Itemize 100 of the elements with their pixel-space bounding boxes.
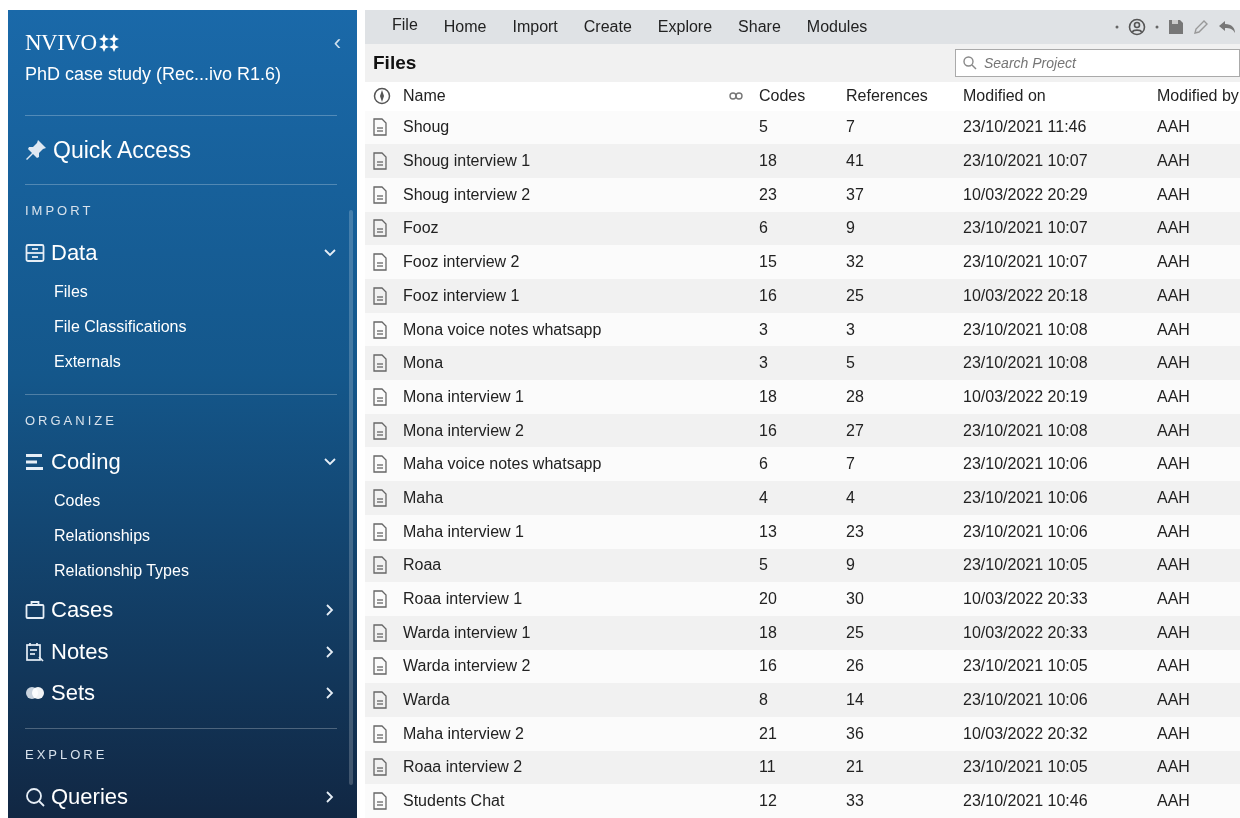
nav-item[interactable]: Coding <box>25 441 341 484</box>
table-cell-text: AAH <box>1157 724 1191 743</box>
nav-subitem[interactable]: Codes <box>25 483 341 519</box>
logo-sparkle-icon <box>98 34 119 52</box>
menu-item[interactable]: Explore <box>644 10 726 44</box>
dot-icon <box>1115 25 1119 29</box>
table-cell-text: Warda <box>403 691 451 710</box>
nav-subitem[interactable]: Files <box>25 274 341 310</box>
table-cell-text: 27 <box>846 421 865 440</box>
table-cell-text: AAH <box>1157 758 1191 777</box>
table-cell-text: 4 <box>759 488 769 507</box>
nav-item[interactable]: Queries <box>25 776 341 818</box>
nav-subitem[interactable]: File Classifications <box>25 309 341 345</box>
nav-item[interactable]: Notes <box>25 630 341 673</box>
table-cell-text: 4 <box>846 488 856 507</box>
briefcase-icon <box>25 599 45 620</box>
menu-item[interactable]: Import <box>499 10 571 44</box>
menu-item[interactable]: Share <box>725 10 794 44</box>
table-cell-text: 18 <box>759 387 778 406</box>
document-icon <box>373 724 387 743</box>
document-icon <box>373 792 387 811</box>
table-cell-text: 23/10/2021 10:06 <box>963 455 1089 474</box>
table-cell-text: Students Chat <box>403 792 506 811</box>
collapse-button[interactable]: ‹ <box>333 30 341 56</box>
table-cell-text: 21 <box>759 724 778 743</box>
lines-icon <box>25 452 45 473</box>
table-cell-text: AAH <box>1157 253 1191 272</box>
table-cell-text: 37 <box>846 185 865 204</box>
table-cell-text: 26 <box>846 657 865 676</box>
document-icon <box>373 455 387 474</box>
menu-item[interactable]: Home <box>430 10 500 44</box>
table-cell-text: 16 <box>759 286 778 305</box>
search-field[interactable]: Search Project <box>955 48 1240 77</box>
column-header[interactable]: Modified on <box>963 87 1157 106</box>
table-cell-text: Maha interview 1 <box>403 522 525 541</box>
quick-access-item[interactable]: Quick Access <box>25 115 341 185</box>
table-cell-text: 16 <box>759 657 778 676</box>
table-cell-text: 18 <box>759 152 778 171</box>
column-header[interactable]: References <box>846 87 963 106</box>
note-icon <box>25 641 45 662</box>
table-cell-text: Fooz interview 2 <box>403 253 521 272</box>
document-icon <box>373 657 387 676</box>
document-icon <box>373 421 387 440</box>
project-name: PhD case study (Rec...ivo R1.6) <box>25 64 283 85</box>
user-icon[interactable] <box>1128 18 1146 36</box>
search-icon <box>963 55 977 70</box>
table-cell-text: 3 <box>759 354 769 373</box>
nav-subitem[interactable]: Relationships <box>25 518 341 554</box>
menu-item[interactable]: Modules <box>793 10 881 44</box>
nav-item[interactable]: Sets <box>25 672 341 715</box>
menu-item[interactable]: File <box>379 8 431 42</box>
menu-item[interactable]: Create <box>570 10 645 44</box>
column-header[interactable]: Name <box>403 87 729 106</box>
document-icon <box>373 354 387 373</box>
table-cell-text: AAH <box>1157 320 1191 339</box>
table-cell-text: 28 <box>846 387 865 406</box>
table-cell-text: 36 <box>846 724 865 743</box>
table-cell-text: 10/03/2022 20:19 <box>963 387 1089 406</box>
table-cell-text: AAH <box>1157 421 1191 440</box>
table-cell-text: 23/10/2021 10:05 <box>963 657 1089 676</box>
table-cell-text: 23/10/2021 10:46 <box>963 792 1089 811</box>
nav-subitem[interactable]: Relationship Types <box>25 553 341 589</box>
nav-item[interactable]: Data <box>25 232 341 275</box>
table-cell-text: AAH <box>1157 185 1191 204</box>
nav-item[interactable]: Cases <box>25 588 341 631</box>
table-cell-text: Mona voice notes whatsapp <box>403 320 603 339</box>
table-cell-text: Roaa interview 2 <box>403 758 524 777</box>
pencil-icon[interactable] <box>1193 19 1209 35</box>
table-cell-text: 15 <box>759 253 778 272</box>
link-icon <box>729 91 743 102</box>
document-icon <box>373 488 387 507</box>
column-header[interactable]: Modified by <box>1157 87 1240 106</box>
document-icon <box>373 590 387 609</box>
table-cell-text: 6 <box>759 455 769 474</box>
column-header[interactable]: Codes <box>759 87 846 106</box>
document-icon <box>373 758 387 777</box>
table-cell-text: AAH <box>1157 152 1191 171</box>
save-icon[interactable] <box>1168 19 1184 35</box>
section-heading: ORGANIZE <box>25 412 118 428</box>
undo-icon[interactable] <box>1218 19 1236 35</box>
document-icon <box>373 522 387 541</box>
table-cell-text: 23/10/2021 10:06 <box>963 522 1089 541</box>
table-cell-text: 25 <box>846 623 865 642</box>
table-cell-text: Maha voice notes whatsapp <box>403 455 603 474</box>
table-cell-text: 23/10/2021 10:05 <box>963 758 1089 777</box>
table-cell-text: 23/10/2021 10:07 <box>963 253 1089 272</box>
scrollbar[interactable] <box>349 210 353 785</box>
compass-icon[interactable] <box>373 87 391 106</box>
nav-subitem[interactable]: Externals <box>25 344 341 380</box>
logo-text: NVIVO <box>25 30 97 56</box>
table-cell-text: 5 <box>759 118 769 137</box>
table-cell-text: 23/10/2021 10:08 <box>963 320 1089 339</box>
table-cell-text: 8 <box>759 691 769 710</box>
table-cell-text: Shoug <box>403 118 451 137</box>
document-icon <box>373 387 387 406</box>
table-cell-text: 41 <box>846 152 865 171</box>
table-cell-text: 3 <box>759 320 769 339</box>
table-cell-text: 32 <box>846 253 865 272</box>
table-cell-text: 11 <box>759 758 777 777</box>
table-cell-text: 12 <box>759 792 778 811</box>
